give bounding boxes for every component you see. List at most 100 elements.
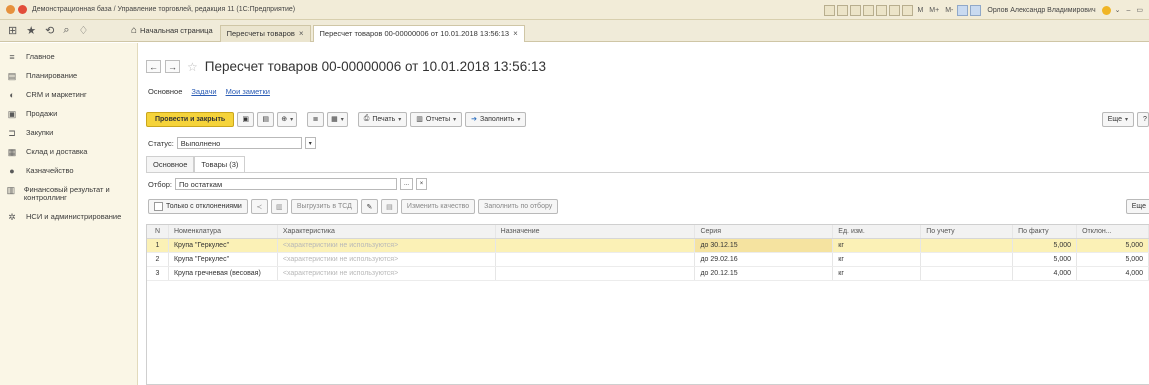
- zoom-icon[interactable]: [957, 4, 969, 16]
- filter-clear-button[interactable]: ×: [416, 178, 427, 190]
- series-button[interactable]: ▤: [380, 199, 398, 214]
- link-icon[interactable]: [863, 4, 875, 16]
- info-icon[interactable]: [1101, 5, 1111, 15]
- sidebar-item-crm[interactable]: ◐ CRM и маркетинг: [0, 85, 137, 104]
- close-icon[interactable]: ×: [299, 29, 304, 38]
- maximize-icon[interactable]: ▭: [1134, 6, 1145, 14]
- unload-tsd-button[interactable]: Выгрузить в ТСД: [290, 199, 358, 214]
- post-and-close-button[interactable]: Провести и закрыть: [146, 111, 235, 127]
- subtab-tasks[interactable]: Задачи: [191, 87, 216, 96]
- sidebar-item-warehouse[interactable]: ▦ Склад и доставка: [0, 142, 137, 161]
- item-unit[interactable]: кг: [833, 267, 922, 280]
- column-header[interactable]: Назначение: [496, 225, 696, 238]
- search-icon[interactable]: ⌕: [63, 24, 69, 37]
- favorite-star-icon[interactable]: ☆: [187, 60, 198, 74]
- item-characteristic[interactable]: <характеристики не используются>: [278, 267, 496, 280]
- column-header[interactable]: Характеристика: [278, 225, 496, 238]
- column-header[interactable]: Отклон...: [1077, 225, 1149, 238]
- print-icon[interactable]: [837, 4, 849, 16]
- dropdown-icon[interactable]: ⌄: [1113, 6, 1123, 14]
- item-name[interactable]: Крупа "Геркулес": [169, 239, 278, 252]
- create-based-on-button[interactable]: ⊕ ▾: [277, 111, 298, 127]
- subtab-notes[interactable]: Мои заметки: [226, 87, 270, 96]
- back-button[interactable]: ←: [146, 60, 161, 73]
- column-header[interactable]: По факту: [1013, 225, 1078, 238]
- notification-bell-icon[interactable]: ♢: [78, 24, 88, 37]
- sidebar-item-admin[interactable]: ✲ НСИ и администрирование: [0, 207, 137, 226]
- history-icon[interactable]: ⟲: [45, 24, 54, 37]
- filter-field[interactable]: По остаткам: [175, 178, 397, 190]
- window-icon[interactable]: [970, 4, 982, 16]
- post-button[interactable]: ▤: [257, 111, 275, 127]
- filter-select-button[interactable]: ...: [400, 178, 413, 190]
- checkbox[interactable]: [154, 202, 163, 211]
- fill-by-filter-button[interactable]: Заполнить по отбору: [478, 199, 559, 214]
- status-dropdown-button[interactable]: ▾: [304, 137, 316, 149]
- edit-button[interactable]: ✎: [360, 199, 378, 214]
- table-more-button[interactable]: Еще▾: [1125, 199, 1149, 214]
- forward-button[interactable]: →: [165, 60, 180, 73]
- item-purpose[interactable]: [496, 253, 696, 266]
- only-deviations-toggle[interactable]: Только с отклонениями: [148, 199, 248, 214]
- memory-minus-button[interactable]: M-: [943, 7, 955, 14]
- table-row[interactable]: 1 Крупа "Геркулес" <характеристики не ис…: [147, 239, 1149, 253]
- print-button[interactable]: ⎙ Печать ▾: [357, 111, 408, 127]
- subtab-main[interactable]: Основное: [148, 87, 182, 96]
- change-quality-button[interactable]: Изменить качество: [400, 199, 476, 214]
- structure-button[interactable]: ▦ ▾: [327, 111, 348, 127]
- sidebar-item-treasury[interactable]: ● Казначейство: [0, 161, 137, 180]
- item-by-account[interactable]: [921, 253, 1014, 266]
- tab-main[interactable]: Основное: [146, 156, 195, 172]
- item-purpose[interactable]: [496, 239, 696, 252]
- column-header[interactable]: Номенклатура: [169, 225, 278, 238]
- item-unit[interactable]: кг: [833, 253, 922, 266]
- item-characteristic[interactable]: <характеристики не используются>: [278, 239, 496, 252]
- item-name[interactable]: Крупа "Геркулес": [169, 253, 278, 266]
- sidebar-item-sales[interactable]: ▣ Продажи: [0, 104, 137, 123]
- item-by-account[interactable]: [921, 267, 1014, 280]
- favorites-star-icon[interactable]: ★: [26, 24, 36, 37]
- item-by-fact[interactable]: 5,000: [1013, 253, 1078, 266]
- table-row[interactable]: 2 Крупа "Геркулес" <характеристики не ис…: [147, 253, 1149, 267]
- minimize-icon[interactable]: –: [1124, 7, 1132, 14]
- item-name[interactable]: Крупа гречневая (весовая): [169, 267, 278, 280]
- column-header[interactable]: По учету: [921, 225, 1014, 238]
- item-by-fact[interactable]: 5,000: [1013, 239, 1078, 252]
- apps-grid-icon[interactable]: ⊞: [8, 24, 17, 37]
- table-icon[interactable]: [902, 4, 914, 16]
- share-button[interactable]: ≺: [250, 199, 268, 214]
- item-series[interactable]: до 30.12.15: [695, 239, 834, 252]
- item-characteristic[interactable]: <характеристики не используются>: [278, 253, 496, 266]
- app-menu-icon[interactable]: [18, 5, 27, 14]
- item-by-fact[interactable]: 4,000: [1013, 267, 1078, 280]
- user-name[interactable]: Орлов Александр Владимирович: [987, 7, 1095, 14]
- sidebar-item-purchases[interactable]: ⊐ Закупки: [0, 123, 137, 142]
- item-series[interactable]: до 20.12.15: [695, 267, 834, 280]
- save-icon[interactable]: [850, 4, 862, 16]
- item-unit[interactable]: кг: [833, 239, 922, 252]
- status-field[interactable]: Выполнено: [176, 137, 302, 149]
- column-header[interactable]: Серия: [695, 225, 834, 238]
- memory-button[interactable]: M: [915, 7, 925, 14]
- fill-button[interactable]: ➔ Заполнить ▾: [465, 111, 527, 127]
- help-button[interactable]: ?: [1137, 111, 1149, 127]
- table-row[interactable]: 3 Крупа гречневая (весовая) <характерист…: [147, 267, 1149, 281]
- barcode-button[interactable]: ▥: [270, 199, 288, 214]
- sidebar-item-finance[interactable]: ▥ Финансовый результат и контроллинг: [0, 180, 137, 207]
- tab-home[interactable]: ⌂ Начальная страница: [124, 20, 220, 42]
- tab-recount-document[interactable]: Пересчет товаров 00-00000006 от 10.01.20…: [312, 24, 525, 42]
- tab-goods[interactable]: Товары (3): [194, 156, 246, 172]
- sidebar-item-main[interactable]: ≡ Главное: [0, 47, 137, 66]
- grid-icon[interactable]: [824, 4, 836, 16]
- journal-button[interactable]: ≣: [307, 111, 325, 127]
- calendar-icon[interactable]: [889, 4, 901, 16]
- calculator-icon[interactable]: [876, 4, 888, 16]
- column-header[interactable]: Ед. изм.: [833, 225, 922, 238]
- more-button[interactable]: Еще ▾: [1101, 111, 1134, 127]
- memory-plus-button[interactable]: M+: [927, 7, 941, 14]
- reports-button[interactable]: ▥ Отчеты ▾: [410, 111, 463, 127]
- sidebar-item-planning[interactable]: ▤ Планирование: [0, 66, 137, 85]
- tab-recounts[interactable]: Пересчеты товаров ×: [219, 24, 311, 42]
- item-series[interactable]: до 29.02.16: [695, 253, 834, 266]
- save-button[interactable]: ▣: [237, 111, 255, 127]
